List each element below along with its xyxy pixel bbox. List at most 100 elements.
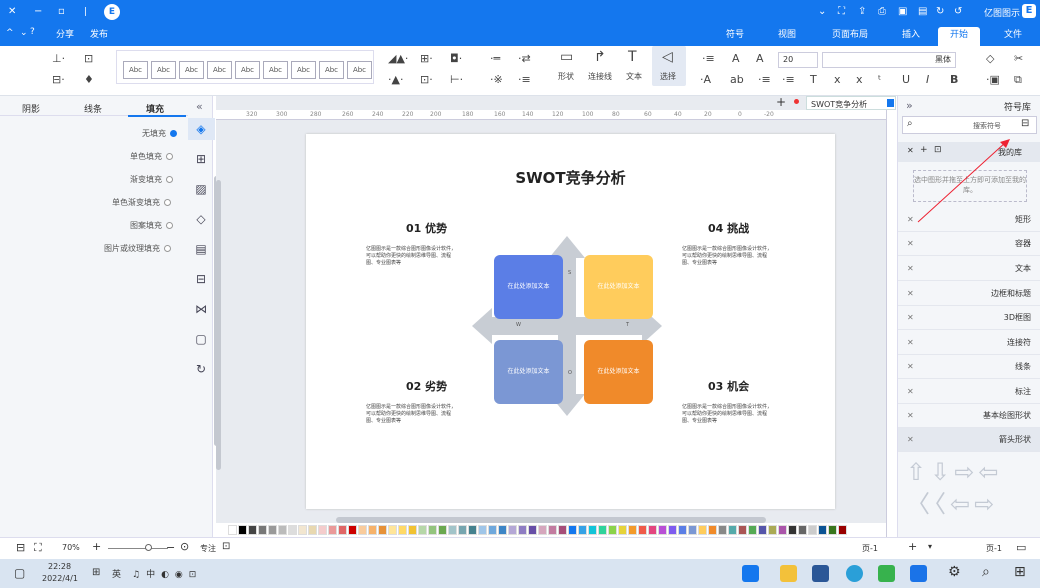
connect-icon[interactable]: ⋈ (194, 302, 208, 316)
color-swatch[interactable] (518, 525, 527, 535)
shape-tool-icon[interactable]: ▭ (560, 50, 573, 64)
close-icon[interactable]: ✕ (907, 257, 914, 281)
select-tool[interactable]: ◁ 选择 (652, 46, 686, 86)
font-family-field[interactable]: 黑体 (822, 52, 956, 68)
color-swatch[interactable] (438, 525, 447, 535)
color-swatch[interactable] (488, 525, 497, 535)
color-swatch[interactable] (568, 525, 577, 535)
color-swatch[interactable] (688, 525, 697, 535)
color-swatch[interactable] (578, 525, 587, 535)
size-icon[interactable]: ⊡· (420, 73, 433, 87)
publish-button[interactable]: 发布 (90, 27, 108, 40)
zoom-out-icon[interactable]: − (166, 541, 175, 554)
clipboard-icon[interactable]: ·▣ (986, 73, 1000, 87)
tab-line[interactable]: 线条 (84, 102, 102, 115)
color-swatch[interactable] (678, 525, 687, 535)
connector-tool-label[interactable]: 连接线 (588, 72, 612, 82)
close-icon[interactable]: ✕ (8, 5, 16, 19)
style-sample[interactable]: Abc (207, 61, 232, 79)
library-container[interactable]: ✕ 容器 (898, 232, 1040, 256)
color-swatch[interactable] (608, 525, 617, 535)
color-swatch[interactable] (508, 525, 517, 535)
style-sample[interactable]: Abc (319, 61, 344, 79)
library-border-title[interactable]: ✕ 边框和标题 (898, 282, 1040, 306)
rotate-icon[interactable]: ⊢· (450, 73, 463, 87)
fill-color-icon[interactable]: ◢▲· (388, 52, 408, 66)
color-swatch[interactable] (388, 525, 397, 535)
font-color-icon[interactable]: ·A (700, 73, 711, 87)
tray-icons[interactable]: ♫中◐◉⊡ (132, 567, 202, 580)
color-swatch[interactable] (548, 525, 557, 535)
app2-taskbar-icon[interactable] (910, 565, 927, 582)
color-swatch[interactable] (838, 525, 847, 535)
section-body-weakness[interactable]: 亿图图示是一款综合图形图像设计软件，可以帮助你更快的绘制思维导图、流程图、专业图… (366, 404, 456, 425)
color-swatch[interactable] (768, 525, 777, 535)
focus-icon[interactable]: ⊡ (222, 541, 230, 552)
color-swatch[interactable] (348, 525, 357, 535)
close-icon[interactable]: ✕ (907, 404, 914, 428)
highlight-icon[interactable]: ab (730, 73, 744, 87)
copy-icon[interactable]: ⧉ (1014, 73, 1022, 87)
zoom-slider[interactable] (108, 548, 168, 549)
color-swatch[interactable] (318, 525, 327, 535)
color-swatch[interactable] (458, 525, 467, 535)
play-icon[interactable]: ⊙ (180, 540, 189, 553)
pages-panel-icon[interactable]: ▭ (1016, 541, 1026, 554)
collapse-icon[interactable]: ^ (6, 28, 14, 38)
close-icon[interactable]: ✕ (907, 232, 914, 256)
color-swatch[interactable] (618, 525, 627, 535)
color-swatch[interactable] (788, 525, 797, 535)
menu-view[interactable]: 视图 (766, 27, 808, 46)
color-swatch[interactable] (708, 525, 717, 535)
search-icon[interactable]: ⌕ (982, 564, 990, 580)
paragraph-icon[interactable]: ·≡ (702, 52, 715, 66)
fill-option-gradient[interactable]: 渐变填充 (130, 174, 173, 185)
table-icon[interactable]: ⊟ (194, 272, 208, 286)
search-icon[interactable]: ⌕ (907, 118, 913, 129)
library-text[interactable]: ✕ 文本 (898, 257, 1040, 281)
color-swatch[interactable] (738, 525, 747, 535)
focus-mode[interactable]: 专注 (200, 543, 216, 554)
fill-option-pattern[interactable]: 图案填充 (130, 220, 173, 231)
line-color-icon[interactable]: ⊞· (420, 52, 433, 66)
zoom-value[interactable]: 70% (62, 543, 80, 552)
fullscreen-icon[interactable]: ⛶ (34, 541, 42, 555)
undo-icon[interactable]: ↺ (954, 5, 962, 19)
diagram-title[interactable]: SWOT竞争分析 (306, 167, 835, 188)
app-taskbar-icon[interactable] (878, 565, 895, 582)
strike-icon[interactable]: ᵗ (878, 73, 881, 87)
color-swatch[interactable] (368, 525, 377, 535)
quadrant-strength[interactable]: 在此处添加文本 (494, 255, 563, 319)
color-swatch[interactable] (358, 525, 367, 535)
quadrant-challenge[interactable]: 在此处添加文本 (584, 255, 653, 319)
underline-icon[interactable]: U (902, 73, 910, 87)
color-swatch[interactable] (758, 525, 767, 535)
color-swatch[interactable] (588, 525, 597, 535)
word-taskbar-icon[interactable] (812, 565, 829, 582)
line-style-icon[interactable]: ·═ (490, 52, 500, 66)
color-swatch[interactable] (228, 525, 237, 535)
color-swatch[interactable] (818, 525, 827, 535)
browser-taskbar-icon[interactable] (846, 565, 863, 582)
shadow-icon[interactable]: ◘· (450, 52, 462, 66)
color-swatch[interactable] (828, 525, 837, 535)
more-icon[interactable]: ·※ (490, 73, 503, 87)
color-swatch[interactable] (648, 525, 657, 535)
font-shrink-icon[interactable]: A (732, 52, 740, 66)
text-tool-label[interactable]: 文本 (626, 72, 642, 82)
section-body-opportunity[interactable]: 亿图图示是一款综合图形图像设计软件，可以帮助你更快的绘制思维导图、流程图、专业图… (682, 404, 772, 425)
radio-icon[interactable] (166, 222, 173, 229)
quadrant-opportunity[interactable]: 在此处添加文本 (584, 340, 653, 404)
font-size-field[interactable]: 20 (778, 52, 818, 68)
radio-selected-icon[interactable] (170, 130, 177, 137)
edraw-taskbar-icon[interactable] (742, 565, 759, 582)
format-painter-icon[interactable]: ♦ (84, 73, 94, 87)
fill-tool[interactable]: ◈ (188, 118, 215, 140)
export-icon[interactable]: ⇪ (858, 5, 866, 19)
color-swatch[interactable] (598, 525, 607, 535)
close-icon[interactable]: ✕ (907, 306, 914, 330)
color-swatch[interactable] (278, 525, 287, 535)
start-icon[interactable]: ⊞ (1014, 564, 1026, 580)
add-page-icon[interactable]: + (908, 540, 917, 553)
fit-page-icon[interactable]: ⊟ (16, 541, 25, 554)
